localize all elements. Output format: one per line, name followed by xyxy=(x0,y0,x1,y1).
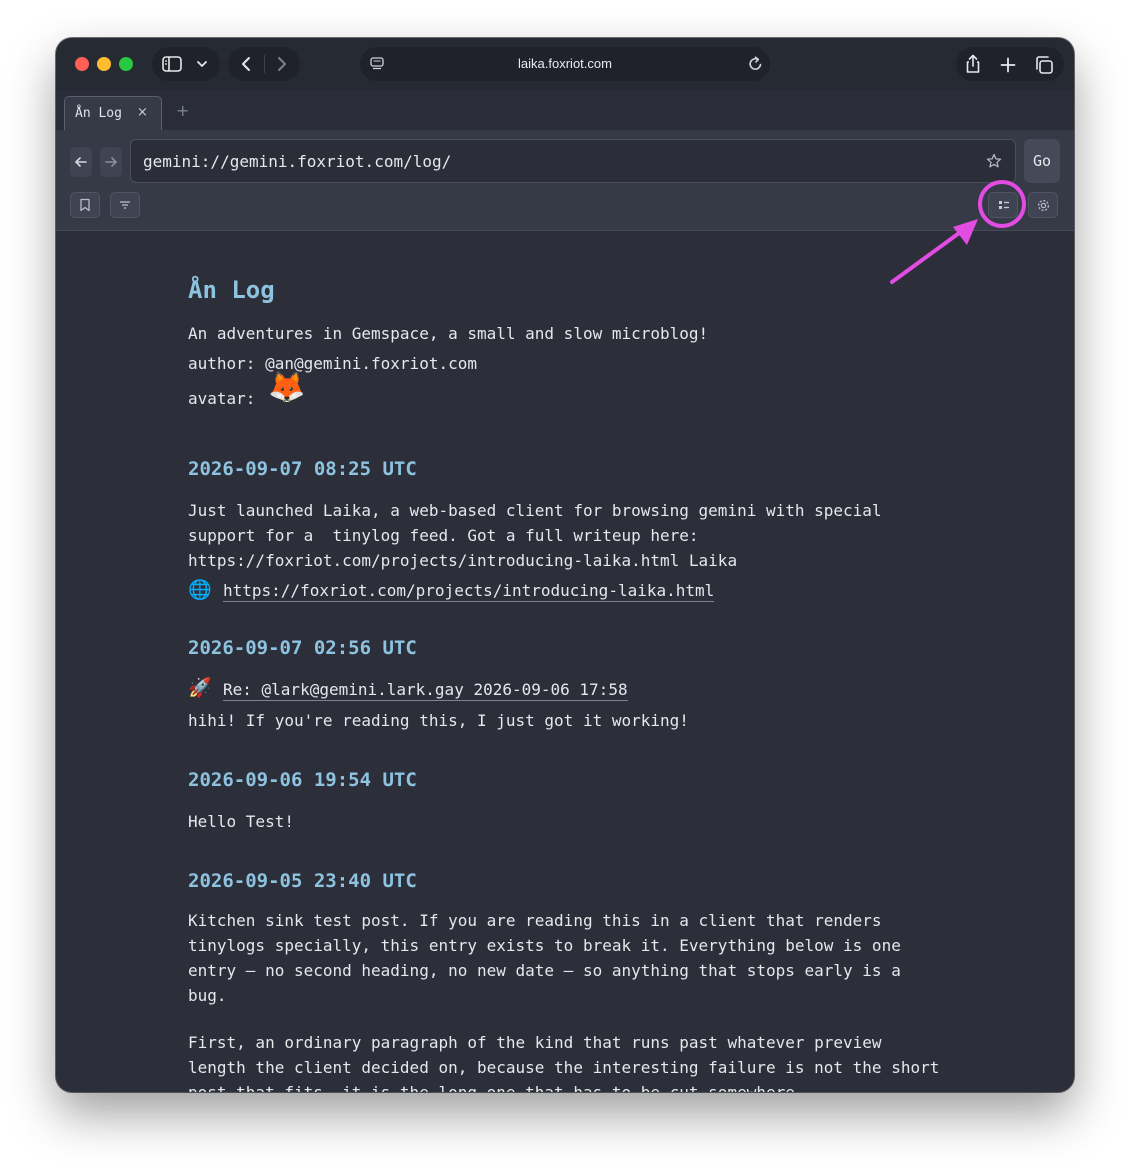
close-window-button[interactable] xyxy=(75,57,89,71)
entry-text-line: Hello Test! xyxy=(188,812,294,831)
minimize-window-button[interactable] xyxy=(97,57,111,71)
history-navigation xyxy=(228,47,300,81)
filter-icon xyxy=(119,199,131,211)
browser-window: laika.foxriot.com Ån Log × + gemini://ge… xyxy=(56,38,1074,1092)
laika-back-button[interactable] xyxy=(70,147,92,177)
page-title: Ån Log xyxy=(188,276,275,304)
settings-icon xyxy=(1036,198,1051,213)
tab-label: Ån Log xyxy=(75,106,122,121)
entry-text-line: Just launched Laika, a web-based client … xyxy=(188,501,882,520)
entry-paragraph: First, an ordinary paragraph of the kind… xyxy=(188,1033,940,1092)
reply-link[interactable]: Re: @lark@gemini.lark.gay 2026-09-06 17:… xyxy=(223,680,628,701)
back-icon[interactable] xyxy=(240,56,252,72)
arrow-left-icon xyxy=(74,155,88,169)
avatar-fox-icon: 🦊 xyxy=(268,370,306,405)
star-icon[interactable] xyxy=(986,153,1002,169)
safari-url-text: laika.foxriot.com xyxy=(518,56,612,71)
entry-date: 2026-09-07 02:56 UTC xyxy=(188,637,417,659)
sidebar-icon[interactable] xyxy=(162,56,182,72)
laika-forward-button[interactable] xyxy=(100,147,122,177)
rocket-icon: 🚀 xyxy=(188,677,212,699)
close-tab-button[interactable]: × xyxy=(137,105,148,120)
tabs-overview-icon[interactable] xyxy=(1034,55,1054,75)
new-tab-button[interactable]: + xyxy=(176,101,189,120)
globe-icon: 🌐 xyxy=(188,579,212,601)
gemini-address-input[interactable]: gemini://gemini.foxriot.com/log/ xyxy=(130,139,1016,183)
chevron-down-icon[interactable] xyxy=(196,60,208,68)
page-description: An adventures in Gemspace, a small and s… xyxy=(188,324,709,343)
safari-address-bar[interactable]: laika.foxriot.com xyxy=(360,47,770,81)
entry-date: 2026-09-05 23:40 UTC xyxy=(188,870,417,892)
entry-date: 2026-09-06 19:54 UTC xyxy=(188,769,417,791)
new-tab-icon[interactable] xyxy=(1000,57,1016,73)
nav-divider xyxy=(264,55,265,73)
avatar-label: avatar: xyxy=(188,389,256,408)
entry-date: 2026-09-07 08:25 UTC xyxy=(188,458,417,480)
zoom-window-button[interactable] xyxy=(119,57,133,71)
bookmarks-button[interactable] xyxy=(70,192,100,218)
tab-an-log[interactable]: Ån Log × xyxy=(64,96,162,130)
go-button[interactable]: Go xyxy=(1024,139,1060,183)
filter-button[interactable] xyxy=(110,192,140,218)
share-icon[interactable] xyxy=(964,54,982,74)
laika-tabbar: Ån Log × + xyxy=(56,90,1074,130)
settings-button[interactable] xyxy=(1028,192,1058,218)
safari-toolbar: laika.foxriot.com xyxy=(56,38,1074,90)
arrow-right-icon xyxy=(104,155,118,169)
entry-text-line: hihi! If you're reading this, I just got… xyxy=(188,711,689,730)
page-author: author: @an@gemini.foxriot.com xyxy=(188,354,477,373)
entry-link[interactable]: https://foxriot.com/projects/introducing… xyxy=(223,581,715,602)
sidebar-toggle-group xyxy=(152,47,220,81)
forward-icon[interactable] xyxy=(276,56,288,72)
window-actions xyxy=(956,47,1064,81)
document-view: Ån Log An adventures in Gemspace, a smal… xyxy=(56,230,1074,1092)
entry-text-line: https://foxriot.com/projects/introducing… xyxy=(188,551,738,570)
reload-icon[interactable] xyxy=(748,56,763,72)
bookmark-icon xyxy=(79,198,91,212)
entry-paragraph: Kitchen sink test post. If you are readi… xyxy=(188,911,901,1005)
entry-text-line: support for a tinylog feed. Got a full w… xyxy=(188,526,699,545)
gemini-address-text: gemini://gemini.foxriot.com/log/ xyxy=(143,152,452,171)
